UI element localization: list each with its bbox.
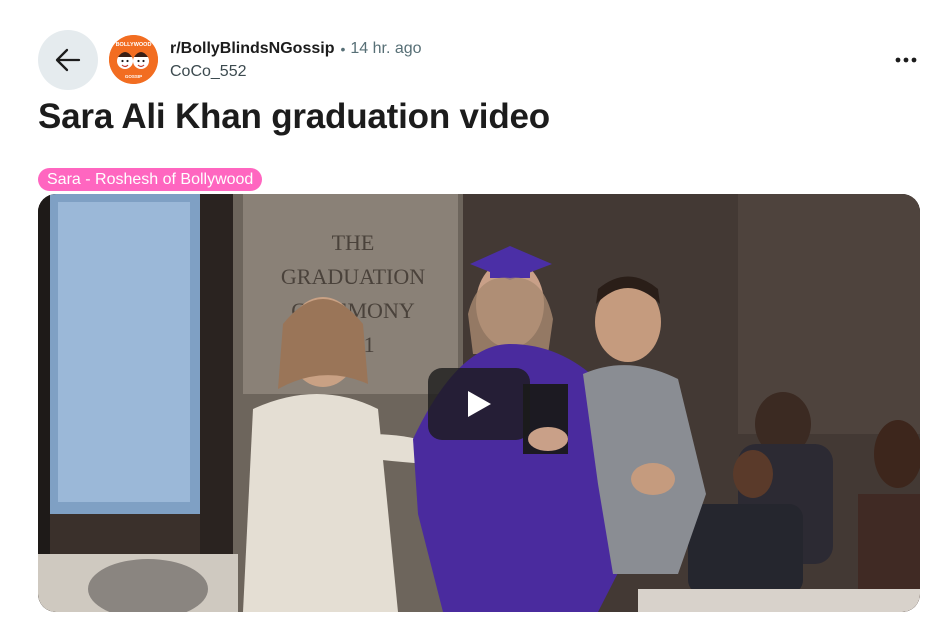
post-timestamp: 14 hr. ago	[350, 40, 422, 57]
video-player[interactable]: THE GRADUATION CEREMONY 2011	[38, 194, 920, 612]
post-title[interactable]: Sara Ali Khan graduation video	[38, 97, 550, 137]
more-options-button[interactable]	[888, 44, 924, 76]
author-name-link[interactable]: CoCo_552	[170, 63, 247, 81]
meta-separator: •	[340, 41, 346, 57]
subreddit-logo: BOLLYWOOD GOSSIP	[109, 35, 158, 84]
backdrop-text-line-1: THE	[332, 230, 375, 255]
logo-text-bottom: GOSSIP	[125, 74, 142, 79]
backdrop-text-line-2: GRADUATION	[281, 264, 425, 289]
subreddit-name-link[interactable]: r/BollyBlindsNGossip	[170, 40, 334, 58]
logo-text-top: BOLLYWOOD	[116, 42, 152, 48]
back-button[interactable]	[38, 30, 98, 90]
ellipsis-horizontal-icon	[895, 57, 917, 63]
arrow-left-icon	[55, 48, 81, 72]
post-flair[interactable]: Sara - Roshesh of Bollywood	[38, 168, 263, 191]
post-page: BOLLYWOOD GOSSIP r/BollyBlindsNGossip • …	[0, 0, 933, 643]
play-button[interactable]	[428, 368, 530, 440]
post-meta: r/BollyBlindsNGossip • 14 hr. ago	[170, 39, 422, 59]
subreddit-avatar[interactable]: BOLLYWOOD GOSSIP	[109, 35, 158, 84]
play-icon	[468, 391, 491, 417]
